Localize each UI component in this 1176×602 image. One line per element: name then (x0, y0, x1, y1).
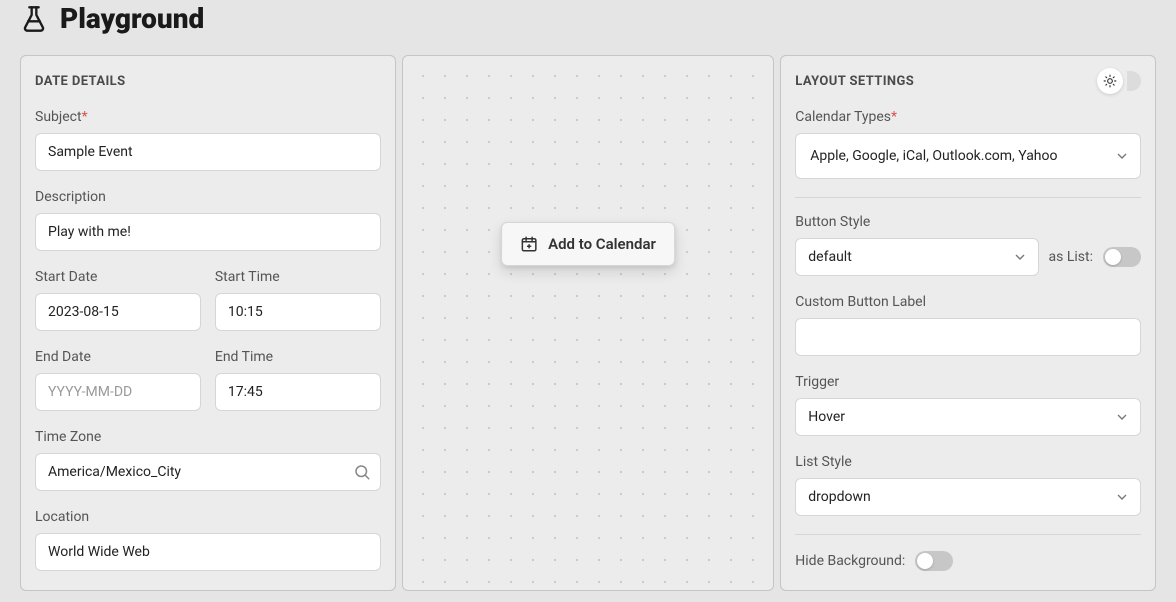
section-title-date-details: DATE DETAILS (35, 74, 381, 89)
description-input[interactable] (35, 213, 381, 251)
add-to-calendar-button[interactable]: Add to Calendar (501, 222, 675, 266)
date-details-panel: DATE DETAILS Subject* Description Start … (20, 55, 396, 591)
timezone-label: Time Zone (35, 429, 381, 445)
end-time-input[interactable] (215, 373, 381, 411)
custom-button-label-input[interactable] (795, 318, 1141, 356)
divider (795, 197, 1141, 198)
add-to-calendar-label: Add to Calendar (548, 235, 656, 253)
subject-label: Subject* (35, 109, 381, 125)
page-title: Playground (60, 2, 204, 35)
hide-background-label: Hide Background: (795, 553, 905, 569)
end-time-label: End Time (215, 349, 381, 365)
button-style-label: Button Style (795, 214, 1141, 230)
list-style-label: List Style (795, 454, 1141, 470)
start-date-label: Start Date (35, 269, 201, 285)
description-label: Description (35, 189, 381, 205)
divider (795, 534, 1141, 535)
timezone-input[interactable] (35, 453, 381, 491)
start-time-label: Start Time (215, 269, 381, 285)
sun-icon (1097, 68, 1123, 94)
trigger-label: Trigger (795, 374, 1141, 390)
flask-icon (20, 5, 48, 33)
trigger-select[interactable]: Hover (795, 398, 1141, 436)
search-icon[interactable] (353, 463, 371, 481)
section-title-layout-settings: LAYOUT SETTINGS (795, 74, 1141, 89)
list-style-select[interactable]: dropdown (795, 478, 1141, 516)
calendar-types-label: Calendar Types* (795, 109, 1141, 125)
button-style-select[interactable]: default (795, 238, 1038, 276)
location-input[interactable] (35, 533, 381, 571)
layout-settings-panel: LAYOUT SETTINGS Calendar Types* Apple, G… (780, 55, 1156, 591)
as-list-toggle[interactable] (1103, 247, 1141, 267)
subject-input[interactable] (35, 133, 381, 171)
calendar-types-select[interactable]: Apple, Google, iCal, Outlook.com, Yahoo (795, 133, 1141, 179)
start-time-input[interactable] (215, 293, 381, 331)
start-date-input[interactable] (35, 293, 201, 331)
custom-button-label-label: Custom Button Label (795, 294, 1141, 310)
page-header: Playground (0, 0, 1176, 55)
location-label: Location (35, 509, 381, 525)
theme-toggle[interactable] (1097, 68, 1141, 94)
calendar-plus-icon (520, 235, 538, 253)
hide-background-toggle[interactable] (915, 551, 953, 571)
preview-panel: Add to Calendar (402, 55, 775, 591)
end-date-input[interactable] (35, 373, 201, 411)
end-date-label: End Date (35, 349, 201, 365)
as-list-label: as List: (1049, 249, 1093, 265)
